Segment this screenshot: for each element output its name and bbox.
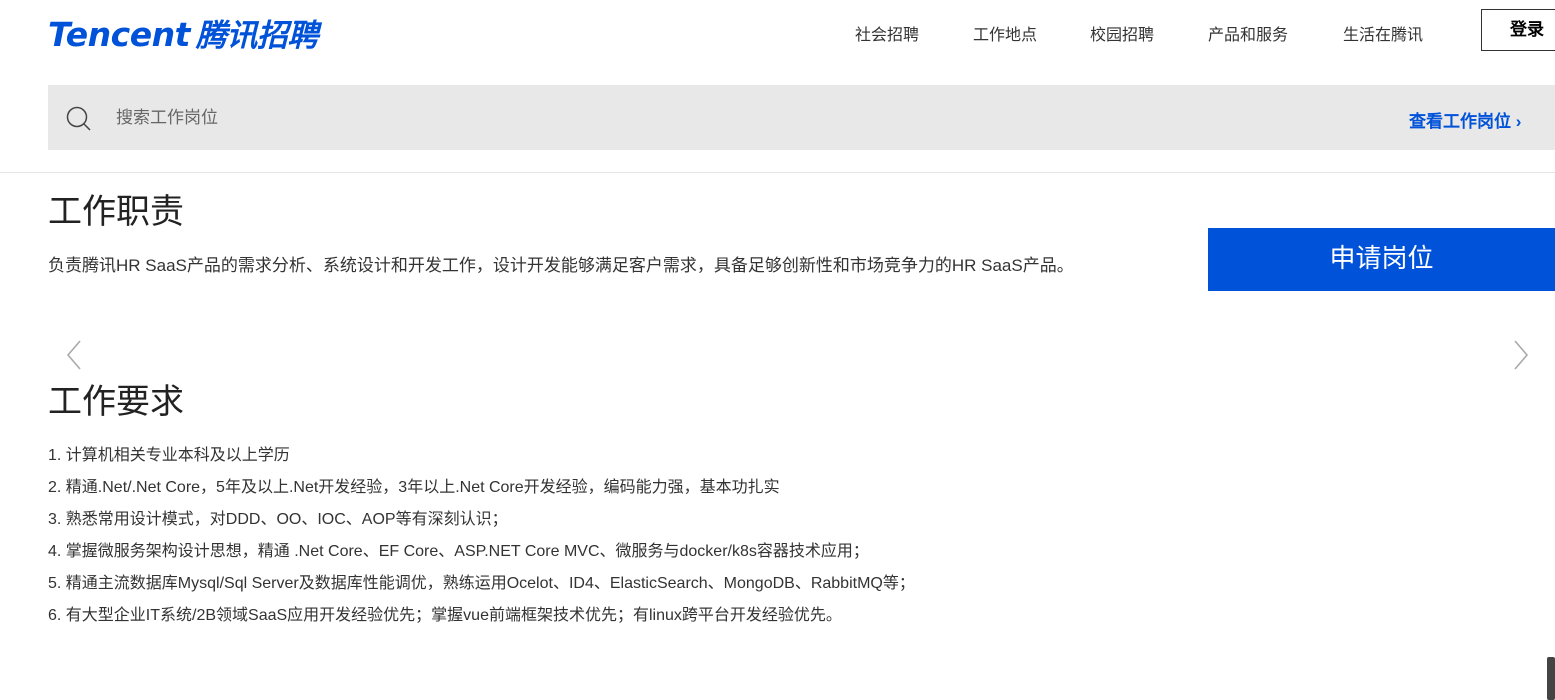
- nav-social-recruitment[interactable]: 社会招聘: [855, 21, 919, 45]
- login-button[interactable]: 登录: [1481, 9, 1555, 51]
- duty-description: 负责腾讯HR SaaS产品的需求分析、系统设计和开发工作，设计开发能够满足客户需…: [48, 256, 1074, 275]
- nav-products-services[interactable]: 产品和服务: [1208, 21, 1288, 45]
- scrollbar-thumb[interactable]: [1547, 657, 1555, 700]
- duty-title: 工作职责: [48, 192, 184, 232]
- search-input[interactable]: [114, 101, 818, 135]
- requirement-item: 5. 精通主流数据库Mysql/Sql Server及数据库性能调优，熟练运用O…: [48, 575, 915, 592]
- requirement-item: 6. 有大型企业IT系统/2B领域SaaS应用开发经验优先；掌握vue前端框架技…: [48, 607, 842, 624]
- requirement-item: 2. 精通.Net/.Net Core，5年及以上.Net开发经验，3年以上.N…: [48, 479, 780, 496]
- logo-text-en: Tencent: [48, 15, 190, 54]
- nav-life-at-tencent[interactable]: 生活在腾讯: [1343, 21, 1423, 45]
- search-icon[interactable]: [66, 106, 92, 132]
- view-jobs-link[interactable]: 查看工作岗位 ›: [1409, 107, 1521, 132]
- requirement-item: 4. 掌握微服务架构设计思想，精通 .Net Core、EF Core、ASP.…: [48, 543, 869, 560]
- apply-button[interactable]: 申请岗位: [1208, 228, 1555, 291]
- header-divider: [0, 172, 1555, 173]
- logo-text-cn: 腾讯招聘: [195, 18, 319, 54]
- prev-arrow-icon[interactable]: [66, 340, 82, 375]
- requirements-list: 1. 计算机相关专业本科及以上学历 2. 精通.Net/.Net Core，5年…: [48, 440, 1158, 632]
- requirement-item: 3. 熟悉常用设计模式，对DDD、OO、IOC、AOP等有深刻认识；: [48, 511, 508, 528]
- tencent-careers-logo[interactable]: Tencent 腾讯招聘: [48, 10, 318, 55]
- site-header: Tencent 腾讯招聘 社会招聘 工作地点 校园招聘 产品和服务 生活在腾讯 登…: [0, 0, 1555, 85]
- requirement-item: 1. 计算机相关专业本科及以上学历: [48, 447, 290, 464]
- requirements-title: 工作要求: [48, 382, 184, 422]
- next-arrow-icon[interactable]: [1513, 340, 1529, 375]
- nav-campus-recruitment[interactable]: 校园招聘: [1090, 21, 1154, 45]
- job-search-bar: 查看工作岗位 ›: [48, 85, 1555, 150]
- job-detail-page: Tencent 腾讯招聘 社会招聘 工作地点 校园招聘 产品和服务 生活在腾讯 登…: [0, 0, 1555, 700]
- nav-work-locations[interactable]: 工作地点: [973, 21, 1037, 45]
